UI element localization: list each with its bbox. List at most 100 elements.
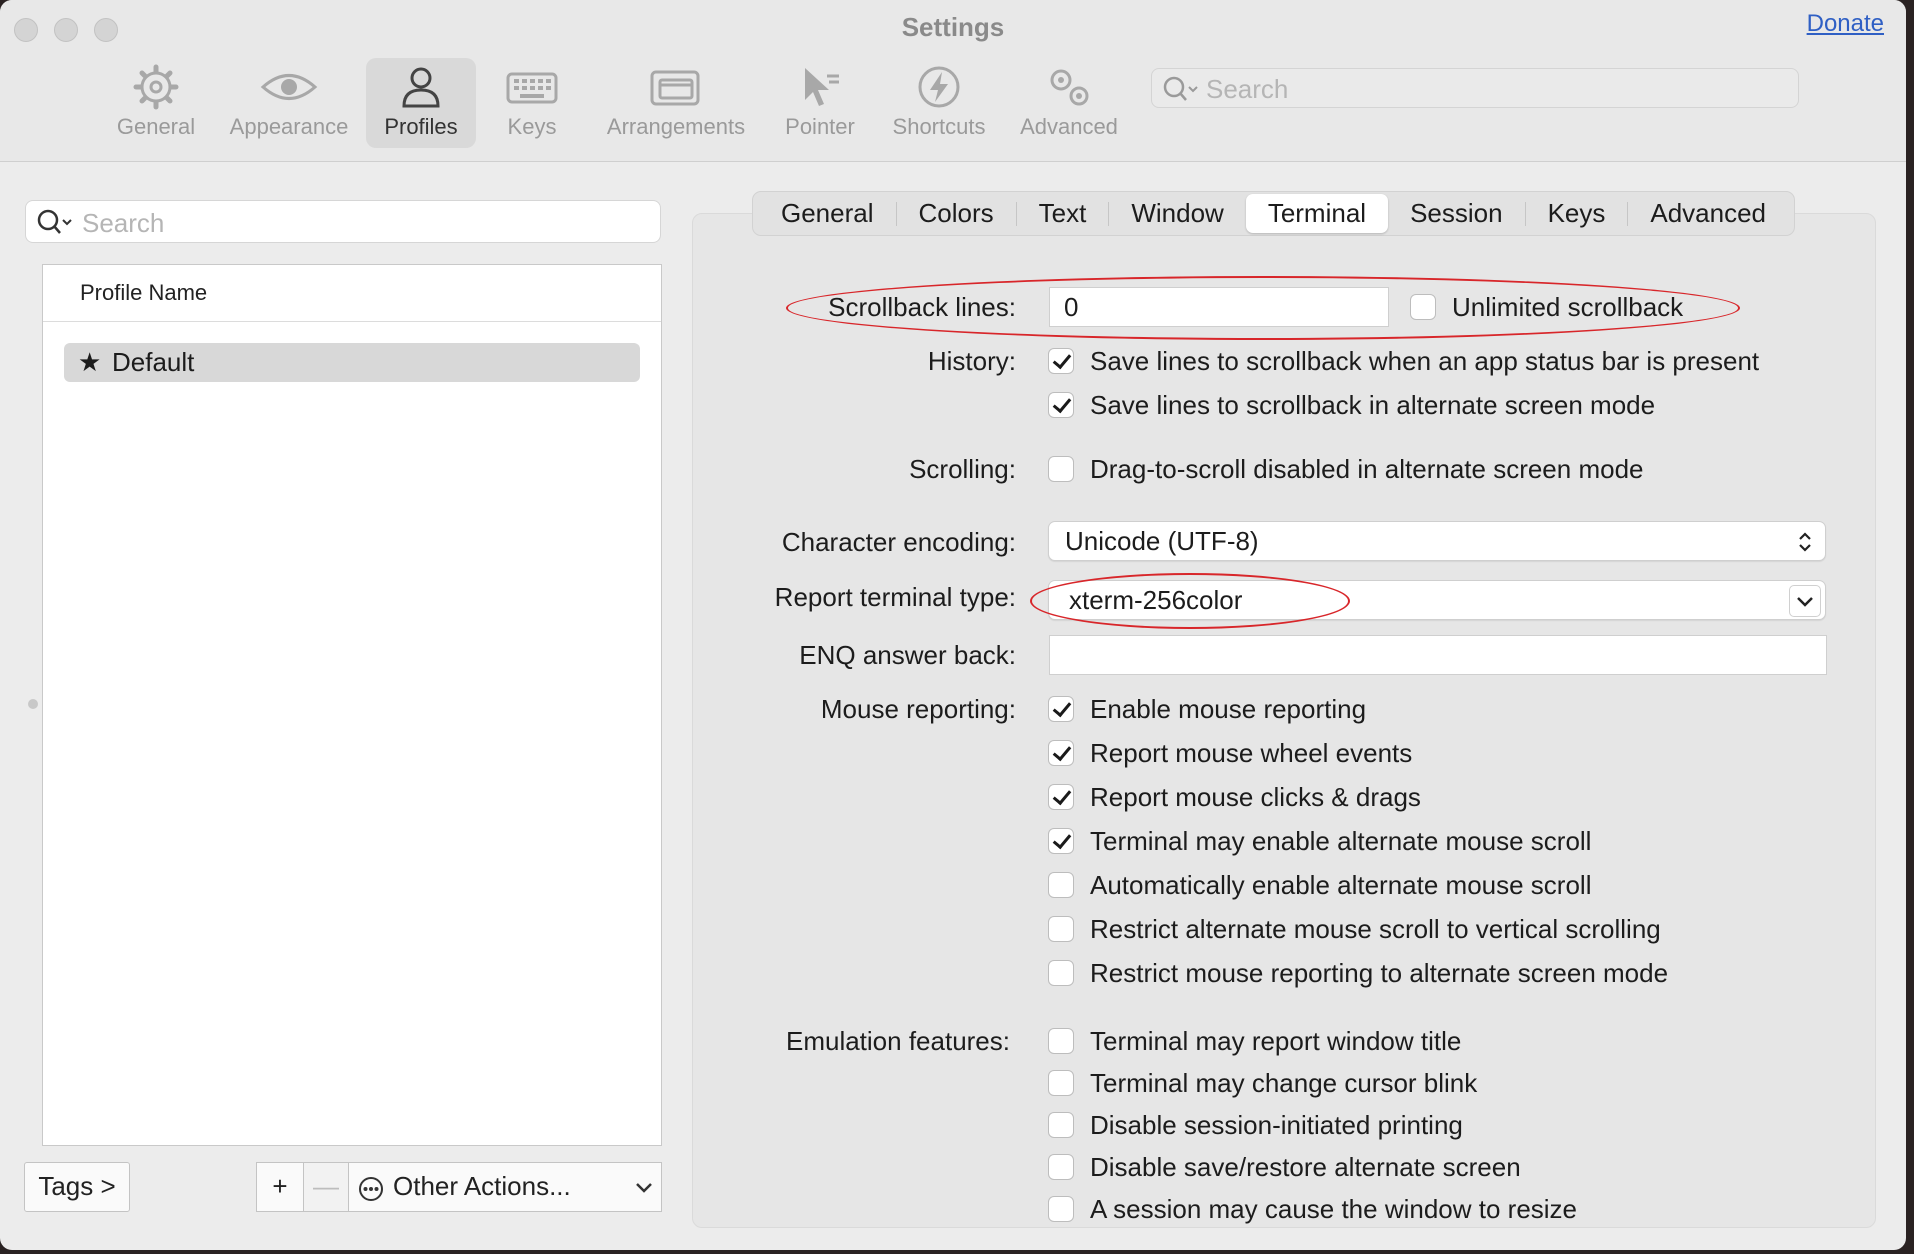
history-option-label: Save lines to scrollback when an app sta… [1090, 345, 1760, 376]
history-checkbox[interactable] [1048, 348, 1074, 374]
donate-link[interactable]: Donate [1807, 10, 1884, 38]
add-profile-button[interactable]: + [256, 1162, 304, 1212]
toolbar-profiles[interactable]: Profiles [366, 58, 476, 148]
scrolling-option-label: Drag-to-scroll disabled in alternate scr… [1090, 453, 1644, 484]
mouse-reporting-label: Mouse reporting: [820, 694, 1016, 724]
tab-window[interactable]: Window [1109, 194, 1245, 233]
character-encoding-value: Unicode (UTF-8) [1065, 526, 1259, 556]
emulation-option-checkbox[interactable] [1048, 1112, 1074, 1138]
unlimited-scrollback-option[interactable]: Unlimited scrollback [1410, 292, 1683, 322]
emulation-option-checkbox[interactable] [1048, 1028, 1074, 1054]
emulation-option-checkbox[interactable] [1048, 1196, 1074, 1222]
toolbar-label: General [116, 114, 196, 139]
profile-search-input[interactable] [80, 207, 644, 239]
updown-chevron-icon [1799, 532, 1811, 552]
toolbar-label: Appearance [229, 114, 349, 139]
person-icon [402, 67, 440, 108]
mouse-option-checkbox[interactable] [1048, 916, 1074, 942]
mouse-option-label: Restrict mouse reporting to alternate sc… [1090, 957, 1669, 988]
mouse-option-label: Restrict alternate mouse scroll to verti… [1090, 913, 1661, 944]
settings-search-box[interactable] [1151, 68, 1799, 108]
emulation-option[interactable]: Disable save/restore alternate screen [1048, 1152, 1521, 1182]
mouse-option-label: Report mouse wheel events [1090, 737, 1413, 768]
mouse-option[interactable]: Automatically enable alternate mouse scr… [1048, 870, 1591, 900]
history-option[interactable]: Save lines to scrollback in alternate sc… [1048, 390, 1655, 420]
chevron-down-icon [1797, 597, 1813, 607]
settings-search-input[interactable] [1204, 73, 1788, 105]
toolbar-label: Keys [507, 114, 557, 139]
gears-icon [1050, 69, 1089, 106]
toolbar-arrangements[interactable]: Arrangements [598, 58, 754, 148]
scrollback-lines-label: Scrollback lines: [828, 292, 1016, 322]
emulation-option-label: Disable save/restore alternate screen [1090, 1151, 1521, 1182]
windows-icon [650, 70, 700, 106]
mouse-option-label: Enable mouse reporting [1090, 693, 1367, 724]
character-encoding-label: Character encoding: [781, 527, 1016, 557]
emulation-option-checkbox[interactable] [1048, 1154, 1074, 1180]
mouse-option[interactable]: Restrict alternate mouse scroll to verti… [1048, 914, 1661, 944]
keyboard-icon [506, 72, 558, 104]
other-actions-button[interactable]: Other Actions... [348, 1162, 662, 1212]
mouse-option-checkbox[interactable] [1048, 872, 1074, 898]
tab-keys[interactable]: Keys [1526, 194, 1628, 233]
emulation-option-checkbox[interactable] [1048, 1070, 1074, 1096]
search-icon [1163, 76, 1198, 101]
enq-answer-back-label: ENQ answer back: [799, 640, 1016, 670]
emulation-option-label: Terminal may change cursor blink [1090, 1067, 1478, 1098]
tab-advanced[interactable]: Advanced [1628, 194, 1788, 233]
terminal-type-combobox[interactable]: xterm-256color [1048, 580, 1826, 620]
search-icon [37, 209, 72, 234]
profile-row-default[interactable]: ★ Default [64, 343, 640, 382]
scrolling-checkbox[interactable] [1048, 456, 1074, 482]
toolbar-general[interactable]: General [108, 58, 204, 148]
remove-profile-button[interactable]: — [303, 1162, 349, 1212]
emulation-option[interactable]: A session may cause the window to resize [1048, 1194, 1577, 1224]
mouse-option[interactable]: Report mouse wheel events [1048, 738, 1412, 768]
toolbar-label: Advanced [1020, 114, 1118, 139]
profile-search-box[interactable] [25, 200, 661, 243]
mouse-option-checkbox[interactable] [1048, 784, 1074, 810]
tab-text[interactable]: Text [1017, 194, 1109, 233]
mouse-option[interactable]: Report mouse clicks & drags [1048, 782, 1421, 812]
emulation-option[interactable]: Terminal may report window title [1048, 1026, 1461, 1056]
mouse-option[interactable]: Enable mouse reporting [1048, 694, 1366, 724]
history-checkbox[interactable] [1048, 392, 1074, 418]
profile-name-column-header[interactable]: Profile Name [43, 265, 661, 322]
tab-colors[interactable]: Colors [897, 194, 1016, 233]
enq-answer-back-field[interactable] [1049, 635, 1827, 675]
settings-window: Settings Donate General Appearance Profi… [0, 0, 1906, 1250]
toolbar-keys[interactable]: Keys [494, 58, 570, 148]
tab-session[interactable]: Session [1388, 194, 1525, 233]
other-actions-label: Other Actions... [393, 1171, 571, 1201]
toolbar-appearance[interactable]: Appearance [220, 58, 358, 148]
terminal-type-dropdown-button[interactable] [1789, 585, 1821, 617]
history-option[interactable]: Save lines to scrollback when an app sta… [1048, 346, 1759, 376]
emulation-option[interactable]: Terminal may change cursor blink [1048, 1068, 1477, 1098]
pointer-icon [805, 68, 839, 106]
eye-icon [260, 74, 318, 100]
toolbar-advanced[interactable]: Advanced [1014, 58, 1124, 148]
mouse-option-checkbox[interactable] [1048, 960, 1074, 986]
scrollback-lines-field[interactable]: 0 [1049, 287, 1389, 327]
split-view-handle[interactable] [28, 699, 38, 709]
unlimited-scrollback-checkbox[interactable] [1410, 294, 1436, 320]
toolbar-shortcuts[interactable]: Shortcuts [884, 58, 994, 148]
mouse-option-checkbox[interactable] [1048, 828, 1074, 854]
history-label: History: [927, 346, 1016, 376]
mouse-option-checkbox[interactable] [1048, 740, 1074, 766]
report-terminal-type-label: Report terminal type: [774, 582, 1016, 612]
mouse-option[interactable]: Restrict mouse reporting to alternate sc… [1048, 958, 1668, 988]
tags-button[interactable]: Tags > [24, 1162, 130, 1212]
mouse-option[interactable]: Terminal may enable alternate mouse scro… [1048, 826, 1591, 856]
scrolling-label: Scrolling: [909, 454, 1016, 484]
history-option-label: Save lines to scrollback in alternate sc… [1090, 389, 1656, 420]
mouse-option-checkbox[interactable] [1048, 696, 1074, 722]
scrolling-option[interactable]: Drag-to-scroll disabled in alternate scr… [1048, 454, 1644, 484]
emulation-option[interactable]: Disable session-initiated printing [1048, 1110, 1463, 1140]
profile-name: Default [112, 347, 195, 377]
tab-terminal[interactable]: Terminal [1245, 194, 1389, 233]
more-icon [359, 1177, 383, 1201]
toolbar-pointer[interactable]: Pointer [776, 58, 864, 148]
tab-general[interactable]: General [759, 194, 896, 233]
character-encoding-popup[interactable]: Unicode (UTF-8) [1048, 521, 1826, 561]
